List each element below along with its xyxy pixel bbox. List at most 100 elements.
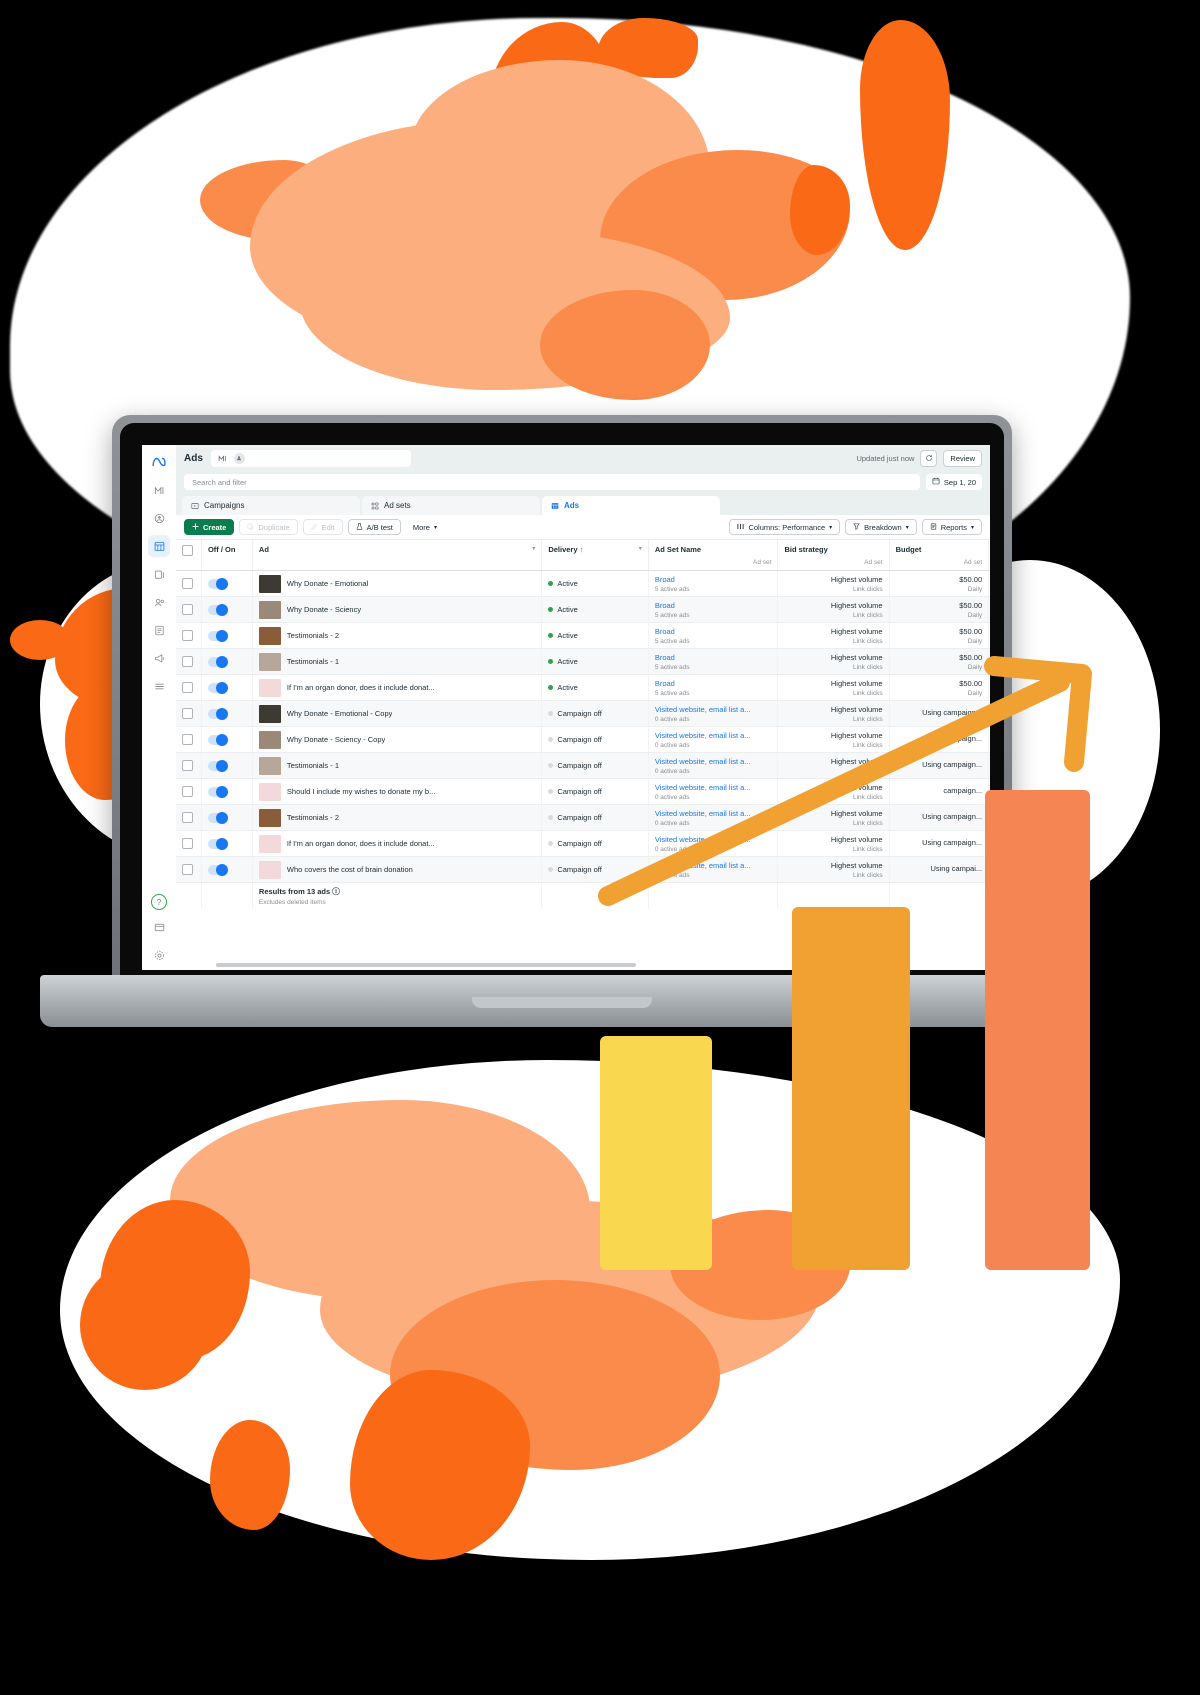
row-checkbox[interactable] — [182, 864, 193, 875]
row-checkbox[interactable] — [182, 734, 193, 745]
on-off-toggle[interactable] — [207, 655, 228, 668]
table-row[interactable]: Why Donate - Emotional Active Broad 5 activ… — [176, 570, 990, 597]
on-off-toggle[interactable] — [207, 837, 228, 850]
chevron-down-icon[interactable]: ▾ — [532, 545, 535, 552]
on-off-toggle[interactable] — [207, 577, 228, 590]
row-toggle-cell[interactable] — [201, 830, 253, 857]
refresh-button[interactable] — [920, 449, 938, 467]
rail-item-billing-icon[interactable] — [148, 916, 170, 938]
row-ad-cell[interactable]: If I'm an organ donor, does it include d… — [252, 830, 543, 857]
row-ad-cell[interactable]: Why Donate - Emotional - Copy — [252, 700, 543, 727]
date-range-picker[interactable]: Sep 1, 20 — [925, 474, 982, 490]
rail-item-help-icon[interactable]: ? — [151, 894, 167, 910]
select-all-header[interactable] — [176, 540, 202, 571]
edit-button[interactable]: Edit — [302, 519, 343, 535]
row-ad-cell[interactable]: If I'm an organ donor, does it include d… — [252, 674, 543, 701]
row-checkbox[interactable] — [182, 760, 193, 771]
table-row[interactable]: Why Donate - Sciency Active Broad 5 active … — [176, 596, 990, 623]
on-off-toggle[interactable] — [207, 759, 228, 772]
col-delivery[interactable]: ▾ Delivery ↑ — [541, 540, 649, 571]
row-toggle-cell[interactable] — [201, 570, 253, 597]
row-adset-cell[interactable]: Broad 5 active ads — [648, 596, 779, 623]
more-button[interactable]: More ▾ — [406, 519, 444, 535]
row-select-cell[interactable] — [176, 622, 202, 649]
row-select-cell[interactable] — [176, 726, 202, 753]
row-toggle-cell[interactable] — [201, 856, 253, 883]
row-ad-cell[interactable]: Why Donate - Emotional — [252, 570, 543, 597]
row-toggle-cell[interactable] — [201, 622, 253, 649]
on-off-toggle[interactable] — [207, 733, 228, 746]
row-select-cell[interactable] — [176, 700, 202, 727]
table-row[interactable]: Testimonials - 2 Active Broad 5 active ads H… — [176, 622, 990, 649]
on-off-toggle[interactable] — [207, 629, 228, 642]
row-select-cell[interactable] — [176, 856, 202, 883]
row-toggle-cell[interactable] — [201, 804, 253, 831]
row-select-cell[interactable] — [176, 830, 202, 857]
row-select-cell[interactable] — [176, 596, 202, 623]
row-checkbox[interactable] — [182, 708, 193, 719]
row-toggle-cell[interactable] — [201, 778, 253, 805]
create-button[interactable]: Create — [184, 519, 235, 535]
row-select-cell[interactable] — [176, 778, 202, 805]
row-toggle-cell[interactable] — [201, 674, 253, 701]
rail-item-campaigns-icon[interactable] — [148, 535, 170, 557]
row-toggle-cell[interactable] — [201, 648, 253, 675]
row-ad-cell[interactable]: Testimonials - 2 — [252, 622, 543, 649]
adset-link[interactable]: Broad — [655, 575, 772, 584]
row-select-cell[interactable] — [176, 648, 202, 675]
row-checkbox[interactable] — [182, 786, 193, 797]
breakdown-button[interactable]: Breakdown ▾ — [845, 519, 917, 535]
chevron-down-icon[interactable]: ▾ — [639, 545, 642, 552]
row-ad-cell[interactable]: Who covers the cost of brain donation — [252, 856, 543, 883]
on-off-toggle[interactable] — [207, 681, 228, 694]
adset-link[interactable]: Broad — [655, 601, 772, 610]
review-button[interactable]: Review — [943, 449, 982, 467]
on-off-toggle[interactable] — [207, 603, 228, 616]
rail-item-announcements-icon[interactable] — [148, 647, 170, 669]
row-ad-cell[interactable]: Testimonials - 1 — [252, 648, 543, 675]
duplicate-button[interactable]: Duplicate — [239, 519, 298, 535]
row-toggle-cell[interactable] — [201, 596, 253, 623]
row-checkbox[interactable] — [182, 812, 193, 823]
columns-button[interactable]: Columns: Performance ▾ — [729, 519, 841, 535]
row-checkbox[interactable] — [182, 630, 193, 641]
row-adset-cell[interactable]: Broad 5 active ads — [648, 622, 779, 649]
rail-item-library-icon[interactable] — [148, 563, 170, 585]
row-checkbox[interactable] — [182, 578, 193, 589]
tab-ads[interactable]: Ads — [542, 496, 720, 515]
meta-logo-icon[interactable] — [148, 451, 170, 473]
rail-item-menu-icon[interactable] — [148, 675, 170, 697]
rail-item-audiences-icon[interactable] — [148, 591, 170, 613]
rail-item-account-icon[interactable] — [148, 507, 170, 529]
adset-link[interactable]: Broad — [655, 627, 772, 636]
rail-item-settings-icon[interactable] — [148, 944, 170, 966]
left-nav-rail[interactable]: ? 17 — [142, 445, 177, 970]
row-ad-cell[interactable]: Why Donate - Sciency - Copy — [252, 726, 543, 753]
on-off-toggle[interactable] — [207, 785, 228, 798]
row-adset-cell[interactable]: Broad 5 active ads — [648, 570, 779, 597]
on-off-toggle[interactable] — [207, 811, 228, 824]
tab-campaigns[interactable]: Campaigns — [182, 496, 360, 515]
on-off-toggle[interactable] — [207, 863, 228, 876]
on-off-toggle[interactable] — [207, 707, 228, 720]
row-ad-cell[interactable]: Why Donate - Sciency — [252, 596, 543, 623]
horizontal-scrollbar[interactable] — [216, 963, 636, 967]
row-toggle-cell[interactable] — [201, 726, 253, 753]
row-select-cell[interactable] — [176, 752, 202, 779]
row-ad-cell[interactable]: Should I include my wishes to donate my … — [252, 778, 543, 805]
row-checkbox[interactable] — [182, 838, 193, 849]
row-select-cell[interactable] — [176, 674, 202, 701]
rail-item-reports-icon[interactable] — [148, 619, 170, 641]
row-checkbox[interactable] — [182, 604, 193, 615]
row-select-cell[interactable] — [176, 804, 202, 831]
account-selector[interactable] — [210, 449, 411, 467]
row-toggle-cell[interactable] — [201, 700, 253, 727]
select-all-checkbox[interactable] — [182, 545, 193, 556]
tab-adsets[interactable]: Ad sets — [362, 496, 540, 515]
row-ad-cell[interactable]: Testimonials - 2 — [252, 804, 543, 831]
row-ad-cell[interactable]: Testimonials - 1 — [252, 752, 543, 779]
reports-button[interactable]: Reports ▾ — [921, 519, 982, 535]
row-toggle-cell[interactable] — [201, 752, 253, 779]
row-checkbox[interactable] — [182, 682, 193, 693]
search-input[interactable]: Search and filter — [184, 474, 920, 490]
